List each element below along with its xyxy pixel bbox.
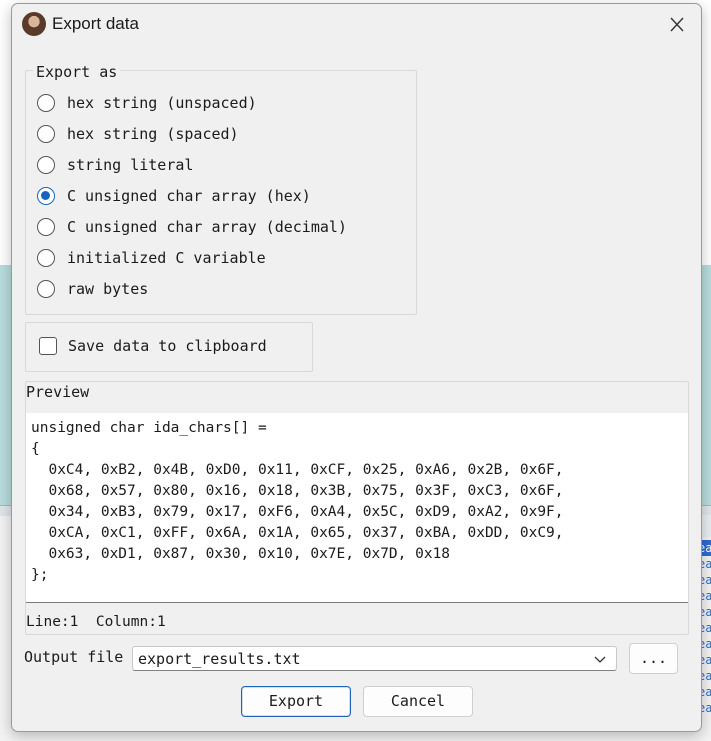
preview-line: 0x68, 0x57, 0x80, 0x16, 0x18, 0x3B, 0x75… [31, 483, 564, 499]
preview-line: }; [31, 567, 49, 583]
export-option-label: hex string (unspaced) [67, 94, 257, 112]
export-option-label: initialized C variable [67, 249, 266, 267]
preview-text-area[interactable]: unsigned char ida_chars[] = { 0xC4, 0xB2,… [26, 413, 688, 603]
preview-line: 0xC4, 0xB2, 0x4B, 0xD0, 0x11, 0xCF, 0x25… [31, 462, 564, 478]
dialog-title: Export data [52, 14, 139, 33]
save-to-clipboard-checkbox-row[interactable]: Save data to clipboard [39, 337, 267, 355]
export-option-1[interactable]: hex string (spaced) [37, 122, 239, 146]
export-button[interactable]: Export [241, 686, 351, 717]
preview-line: 0xCA, 0xC1, 0xFF, 0x6A, 0x1A, 0x65, 0x37… [31, 525, 564, 541]
preview-label: Preview [26, 383, 90, 401]
radio-button[interactable] [37, 280, 55, 298]
radio-button[interactable] [37, 187, 55, 205]
radio-button[interactable] [37, 94, 55, 112]
preview-line: { [31, 441, 40, 457]
app-icon [22, 12, 46, 36]
cursor-position-status: Line:1 Column:1 [26, 614, 166, 630]
export-as-legend: Export as [33, 63, 121, 81]
export-option-label: string literal [67, 156, 194, 174]
browse-button[interactable]: ... [629, 643, 678, 674]
export-option-label: C unsigned char array (hex) [67, 187, 311, 205]
export-option-label: hex string (spaced) [67, 125, 239, 143]
preview-line: 0x63, 0xD1, 0x87, 0x30, 0x10, 0x7E, 0x7D… [31, 546, 451, 562]
export-option-6[interactable]: raw bytes [37, 277, 148, 301]
export-option-0[interactable]: hex string (unspaced) [37, 91, 257, 115]
chevron-down-icon [594, 656, 606, 663]
close-icon [670, 17, 684, 32]
close-button[interactable] [662, 12, 692, 38]
radio-button[interactable] [37, 218, 55, 236]
export-data-dialog: Export data Export as hex string (unspac… [11, 3, 702, 732]
export-option-5[interactable]: initialized C variable [37, 246, 266, 270]
title-bar: Export data [12, 4, 701, 44]
save-to-clipboard-checkbox[interactable] [39, 337, 57, 355]
output-file-label: Output file [24, 648, 124, 666]
preview-line: unsigned char ida_chars[] = [31, 420, 267, 436]
preview-line: 0x34, 0xB3, 0x79, 0x17, 0xF6, 0xA4, 0x5C… [31, 504, 564, 520]
output-file-combobox[interactable]: export_results.txt [132, 646, 617, 671]
radio-button[interactable] [37, 156, 55, 174]
export-option-4[interactable]: C unsigned char array (decimal) [37, 215, 347, 239]
save-to-clipboard-label: Save data to clipboard [68, 337, 267, 355]
radio-button[interactable] [37, 249, 55, 267]
export-option-label: raw bytes [67, 280, 149, 298]
radio-button[interactable] [37, 125, 55, 143]
export-option-label: C unsigned char array (decimal) [67, 218, 347, 236]
export-option-2[interactable]: string literal [37, 153, 193, 177]
output-file-value: export_results.txt [138, 649, 301, 668]
cancel-button[interactable]: Cancel [363, 686, 473, 717]
export-option-3[interactable]: C unsigned char array (hex) [37, 184, 311, 208]
